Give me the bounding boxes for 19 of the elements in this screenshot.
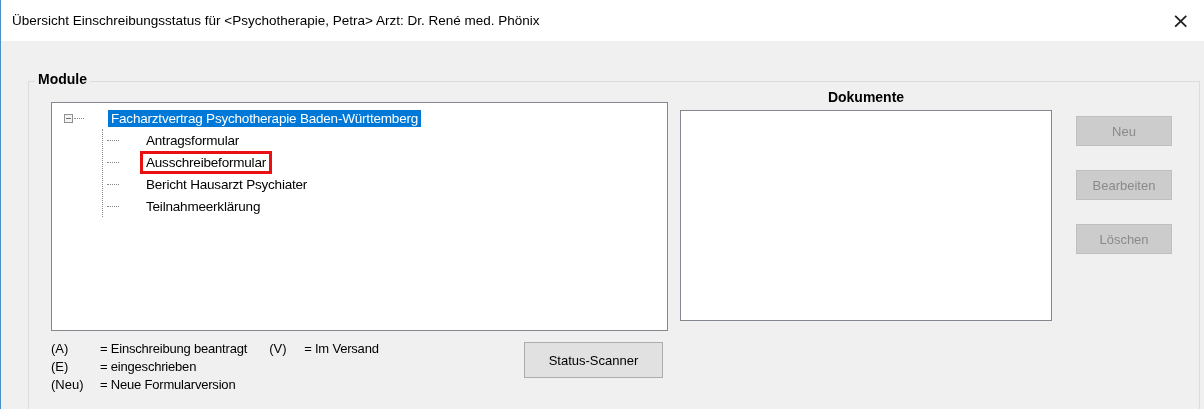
legend-code: (Neu) [51, 376, 85, 392]
tree-item[interactable]: Bericht Hausarzt Psychiater [143, 175, 311, 193]
legend-text: = Im Versand [304, 340, 379, 356]
legend-code: (E) [51, 358, 70, 374]
tree-item[interactable]: Teilnahmeerklärung [143, 197, 264, 215]
window-title: Übersicht Einschreibungsstatus für <Psychotherapie, Petra> Arzt: Dr. René med. Phönix [12, 13, 540, 28]
legend-code: (A) [51, 340, 70, 356]
tree-item[interactable]: Antragsformular [143, 131, 243, 149]
legend-code: (V) [269, 340, 288, 356]
status-scanner-button[interactable]: Status-Scanner [524, 342, 663, 378]
tree-item[interactable]: Ausschreibeformular [143, 153, 269, 171]
close-button[interactable]: × [1167, 8, 1194, 33]
legend-text: = eingeschrieben [100, 358, 197, 374]
legend-text: = Neue Formularversion [100, 376, 236, 392]
group-title: Module [35, 71, 90, 87]
collapse-toggle-icon[interactable] [64, 113, 73, 123]
tree-item[interactable]: Facharztvertrag Psychotherapie Baden-Württemberg [108, 109, 422, 127]
legend-text: = Einschreibung beantragt [100, 340, 248, 356]
documents-title: Dokumente [827, 89, 905, 107]
